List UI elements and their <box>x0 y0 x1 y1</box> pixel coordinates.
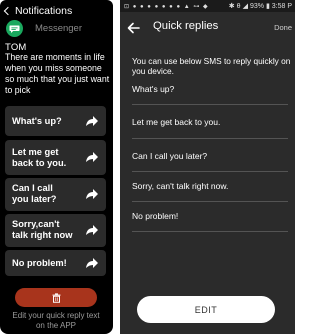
divider <box>132 104 288 105</box>
quick-reply-item[interactable]: Can I call you later? <box>132 151 207 161</box>
status-notification-icons: ⊡ ● ● ● ● ● ● ● ▲ ⊶ ◆ <box>124 4 209 10</box>
reply-arrow-icon <box>86 189 98 199</box>
divider <box>132 201 288 202</box>
reply-arrow-icon <box>86 116 98 126</box>
edit-button[interactable]: EDIT <box>137 296 275 323</box>
reply-option-1[interactable]: What's up? <box>5 106 106 136</box>
divider <box>132 138 288 139</box>
app-name: Messenger <box>35 23 82 34</box>
done-button[interactable]: Done <box>274 23 292 32</box>
app-row: Messenger <box>6 20 82 37</box>
quick-reply-item[interactable]: No problem! <box>132 211 178 221</box>
reply-arrow-icon <box>86 258 98 268</box>
watch-header-title: Notifications <box>15 5 73 17</box>
status-bar: ⊡ ● ● ● ● ● ● ● ▲ ⊶ ◆ ✱ ⍬ ◢ 93% ▮ 3:58 P <box>120 0 295 12</box>
reply-option-5[interactable]: No problem! <box>5 250 106 276</box>
divider <box>132 231 288 232</box>
phone-screen: ⊡ ● ● ● ● ● ● ● ▲ ⊶ ◆ ✱ ⍬ ◢ 93% ▮ 3:58 P… <box>120 0 295 334</box>
watch-header[interactable]: Notifications <box>3 5 73 17</box>
reply-option-2[interactable]: Let me get back to you. <box>5 140 106 175</box>
back-arrow-icon[interactable] <box>127 22 140 34</box>
reply-arrow-icon <box>86 225 98 235</box>
page-title: Quick replies <box>153 20 219 32</box>
reply-option-label: Sorry,can't talk right now <box>12 219 73 240</box>
message-preview: There are moments in life when you miss … <box>5 52 110 95</box>
edit-hint: Edit your quick reply text on the APP <box>12 311 100 330</box>
quick-reply-item[interactable]: Sorry, can't talk right now. <box>132 181 228 191</box>
watch-screen: Notifications Messenger TOM There are mo… <box>0 0 113 334</box>
status-right: ✱ ⍬ ◢ 93% ▮ 3:58 P <box>228 3 292 10</box>
reply-option-label: Can I call you later? <box>12 183 57 204</box>
reply-option-label: Let me get back to you. <box>12 147 67 168</box>
quick-reply-item[interactable]: What's up? <box>132 84 174 94</box>
back-chevron-icon[interactable] <box>3 6 13 16</box>
reply-option-label: What's up? <box>12 116 62 126</box>
quick-reply-item[interactable]: Let me get back to you. <box>132 117 220 127</box>
reply-option-label: No problem! <box>12 258 67 268</box>
app-bar: Quick replies Done <box>120 12 295 45</box>
trash-icon <box>52 292 60 303</box>
divider <box>132 171 288 172</box>
description-text: You can use below SMS to reply quickly o… <box>132 56 291 76</box>
reply-option-4[interactable]: Sorry,can't talk right now <box>5 214 106 247</box>
delete-button[interactable] <box>15 288 97 307</box>
messenger-icon <box>6 20 23 37</box>
reply-arrow-icon <box>86 152 98 162</box>
reply-option-3[interactable]: Can I call you later? <box>5 178 106 211</box>
